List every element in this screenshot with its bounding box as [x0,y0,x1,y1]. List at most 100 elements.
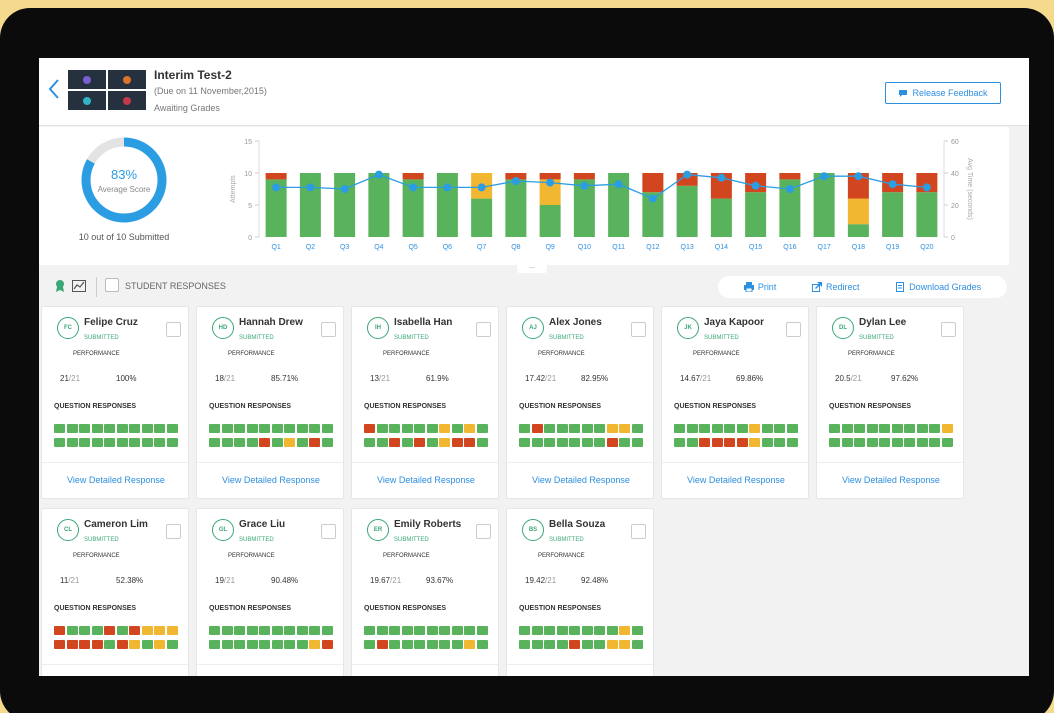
response-square[interactable] [619,640,630,649]
view-detailed-response-link[interactable]: View Detailed Response [662,475,808,485]
response-square[interactable] [91,424,103,433]
response-square[interactable] [619,438,630,447]
response-square[interactable] [321,626,333,635]
response-square[interactable] [569,640,580,649]
student-select-checkbox[interactable] [631,524,646,539]
response-square[interactable] [166,438,178,447]
response-square[interactable] [841,438,853,447]
response-square[interactable] [129,626,140,635]
response-square[interactable] [376,640,388,649]
response-square[interactable] [774,424,785,433]
response-square[interactable] [544,640,555,649]
download-grades-button[interactable]: Download Grades [895,282,981,292]
response-square[interactable] [606,626,618,635]
response-square[interactable] [451,438,463,447]
response-square[interactable] [439,438,450,447]
response-square[interactable] [389,626,400,635]
response-square[interactable] [674,424,685,433]
response-square[interactable] [581,626,593,635]
response-square[interactable] [606,640,618,649]
response-square[interactable] [916,424,928,433]
response-square[interactable] [296,438,308,447]
response-square[interactable] [476,640,488,649]
response-square[interactable] [711,438,723,447]
view-detailed-response-link[interactable]: View Detailed Response [197,475,343,485]
response-square[interactable] [866,438,878,447]
response-square[interactable] [736,424,748,433]
response-square[interactable] [891,424,903,433]
response-square[interactable] [116,438,128,447]
response-square[interactable] [221,626,233,635]
response-square[interactable] [519,640,530,649]
response-square[interactable] [594,626,605,635]
response-square[interactable] [246,626,258,635]
response-square[interactable] [761,424,773,433]
response-square[interactable] [841,424,853,433]
response-square[interactable] [686,438,698,447]
response-square[interactable] [904,438,915,447]
response-square[interactable] [321,438,333,447]
response-square[interactable] [544,626,555,635]
response-square[interactable] [376,438,388,447]
response-square[interactable] [246,424,258,433]
response-square[interactable] [364,424,375,433]
response-square[interactable] [519,626,530,635]
response-square[interactable] [66,640,78,649]
response-square[interactable] [129,438,140,447]
response-square[interactable] [556,640,568,649]
response-square[interactable] [749,438,760,447]
response-square[interactable] [259,640,270,649]
response-square[interactable] [271,424,283,433]
response-square[interactable] [556,438,568,447]
response-square[interactable] [829,424,840,433]
response-square[interactable] [749,424,760,433]
response-square[interactable] [854,438,865,447]
response-square[interactable] [79,438,90,447]
response-square[interactable] [154,640,165,649]
response-square[interactable] [234,438,245,447]
response-square[interactable] [259,438,270,447]
response-square[interactable] [259,626,270,635]
student-name[interactable]: Emily Roberts [394,519,461,530]
response-square[interactable] [891,438,903,447]
response-square[interactable] [631,626,643,635]
release-feedback-button[interactable]: Release Feedback [885,82,1001,104]
response-square[interactable] [376,626,388,635]
print-button[interactable]: Print [743,282,776,292]
response-square[interactable] [829,438,840,447]
response-square[interactable] [221,424,233,433]
response-square[interactable] [724,438,735,447]
response-square[interactable] [234,626,245,635]
response-square[interactable] [464,424,475,433]
response-square[interactable] [464,640,475,649]
response-square[interactable] [941,438,953,447]
response-square[interactable] [389,438,400,447]
response-square[interactable] [116,424,128,433]
response-square[interactable] [284,438,295,447]
response-square[interactable] [531,438,543,447]
response-square[interactable] [786,438,798,447]
response-square[interactable] [464,626,475,635]
student-select-checkbox[interactable] [476,524,491,539]
response-square[interactable] [464,438,475,447]
response-square[interactable] [594,640,605,649]
student-select-checkbox[interactable] [321,524,336,539]
student-name[interactable]: Grace Liu [239,519,285,530]
response-square[interactable] [426,626,438,635]
response-square[interactable] [154,438,165,447]
response-square[interactable] [451,626,463,635]
response-square[interactable] [54,424,65,433]
response-square[interactable] [476,626,488,635]
student-name[interactable]: Alex Jones [549,317,602,328]
response-square[interactable] [544,424,555,433]
response-square[interactable] [209,640,220,649]
response-square[interactable] [104,626,115,635]
response-square[interactable] [631,438,643,447]
response-square[interactable] [309,438,320,447]
response-square[interactable] [401,640,413,649]
response-square[interactable] [296,626,308,635]
response-square[interactable] [594,424,605,433]
response-square[interactable] [284,626,295,635]
response-square[interactable] [296,640,308,649]
response-square[interactable] [619,424,630,433]
